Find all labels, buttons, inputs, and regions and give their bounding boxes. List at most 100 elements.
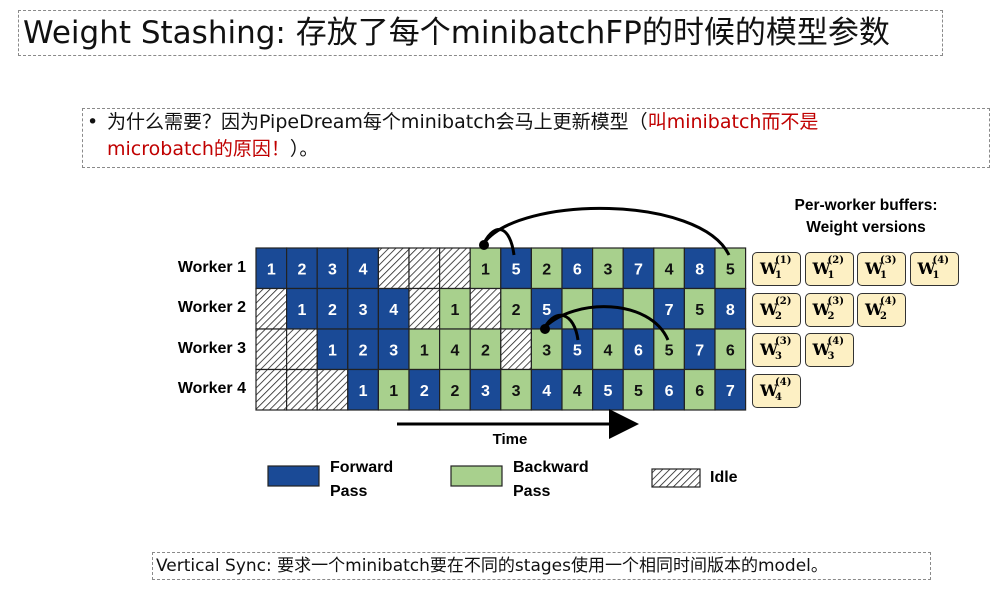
cell-label-w2-t10: 5 [542, 302, 551, 319]
cell-w3-t2-idle [286, 328, 318, 371]
weight-version-w1-1: W (1) 1 [752, 252, 801, 286]
cell-w1-t7-idle [439, 247, 471, 290]
cell-w4-t3-idle [316, 368, 349, 411]
cell-label-w4-t11: 4 [573, 383, 582, 400]
cell-label-w2-t15: 5 [695, 302, 704, 319]
cell-w2-t1-idle [255, 287, 288, 330]
cell-label-w3-t15: 7 [695, 342, 704, 359]
cell-label-w3-t13: 6 [634, 342, 643, 359]
cell-label-w1-t4: 4 [359, 261, 368, 278]
cell-w4-t1-idle [255, 368, 288, 411]
cell-label-w2-t16: 8 [726, 302, 735, 319]
weight-version-w1-2: W (2) 1 [804, 252, 854, 286]
weight-version-superscript: (2) [827, 255, 844, 266]
cell-label-w1-t11: 6 [573, 261, 582, 278]
cell-label-w4-t7: 2 [450, 383, 459, 400]
legend-backward-swatch [450, 465, 503, 487]
cell-label-w2-t9: 2 [512, 302, 521, 319]
weight-version-w4-1: W (4) 4 [752, 373, 801, 408]
weight-worker-subscript: 1 [827, 270, 835, 281]
cell-label-w1-t10: 2 [542, 261, 551, 278]
cell-label-w4-t9: 3 [512, 383, 521, 400]
weight-version-superscript: (4) [932, 255, 949, 266]
cell-label-w4-t15: 6 [695, 383, 704, 400]
weight-version-superscript: (4) [827, 336, 844, 347]
legend-forward-line-2: Pass [330, 483, 368, 500]
cell-label-w3-t11: 5 [573, 342, 582, 359]
arc-worker3-origin [540, 324, 550, 334]
weight-version-w2-2: W (3) 2 [804, 292, 854, 327]
cell-label-w2-t5: 4 [389, 302, 398, 319]
cell-label-w4-t12: 5 [603, 383, 612, 400]
cell-label-w4-t8: 3 [481, 383, 490, 400]
cell-label-w1-t16: 5 [726, 261, 735, 278]
weight-version-superscript: (1) [775, 255, 792, 266]
weight-version-w3-1: W (3) 3 [752, 333, 801, 367]
weight-worker-subscript: 2 [775, 310, 782, 322]
cell-w3-t9-idle [500, 328, 532, 371]
cell-label-w1-t8: 1 [481, 261, 490, 278]
legend-backward-line-1: Backward [513, 459, 589, 476]
cell-label-w1-t3: 3 [328, 261, 337, 278]
cell-label-w3-t4: 2 [359, 342, 368, 359]
cell-label-w3-t7: 4 [450, 342, 459, 359]
cell-label-w4-t16: 7 [726, 383, 735, 400]
cell-label-w3-t14: 5 [665, 342, 674, 359]
cell-w2-t6-idle [408, 287, 441, 330]
legend-idle-swatch [651, 468, 701, 488]
cell-label-w1-t13: 7 [634, 261, 643, 278]
legend-backward-label: Backward Pass [513, 456, 589, 504]
cell-label-w3-t3: 1 [328, 342, 337, 359]
cell-w1-t5-idle [377, 247, 410, 290]
weight-worker-subscript: 4 [775, 391, 782, 403]
cell-label-w3-t6: 1 [420, 342, 429, 359]
cell-label-w4-t6: 2 [420, 383, 429, 400]
cell-label-w1-t12: 3 [603, 261, 612, 278]
cell-w3-t1-idle [255, 328, 288, 371]
cell-w4-t2-idle [286, 368, 318, 411]
cell-w1-t6-idle [408, 247, 441, 290]
cell-label-w2-t4: 3 [359, 302, 368, 319]
weight-version-superscript: (3) [775, 336, 792, 347]
cell-label-w3-t5: 3 [389, 342, 398, 359]
cell-label-w2-t3: 2 [328, 302, 337, 319]
legend-idle-label: Idle [710, 469, 738, 486]
cell-label-w3-t12: 4 [603, 342, 612, 359]
weight-worker-subscript: 3 [827, 351, 835, 362]
weight-version-superscript: (3) [880, 255, 897, 266]
weight-version-w2-3: W (4) 2 [857, 292, 906, 327]
legend-forward-label: Forward Pass [330, 456, 393, 504]
weight-worker-subscript: 1 [932, 270, 940, 281]
cell-label-w3-t8: 2 [481, 342, 490, 359]
cell-label-w1-t15: 8 [695, 261, 704, 278]
legend-forward-line-1: Forward [330, 459, 394, 476]
cell-label-w3-t10: 3 [542, 342, 551, 359]
cell-label-w4-t14: 6 [665, 383, 674, 400]
weight-worker-subscript: 2 [880, 310, 887, 322]
cell-label-w2-t2: 1 [297, 302, 306, 319]
weight-version-w1-3: W (3) 1 [857, 252, 906, 286]
arc-worker1-origin [479, 240, 489, 250]
cell-label-w2-t7: 1 [450, 302, 459, 319]
cell-label-w3-t16: 6 [726, 342, 735, 359]
cell-label-w1-t14: 4 [665, 261, 674, 278]
weight-version-superscript: (4) [775, 376, 792, 388]
weight-version-w1-4: W (4) 1 [909, 252, 959, 286]
cell-label-w1-t1: 1 [267, 261, 276, 278]
weight-worker-subscript: 2 [827, 310, 835, 322]
footer-note: Vertical Sync: 要求一个minibatch要在不同的stages使… [152, 552, 931, 580]
cell-label-w4-t10: 4 [542, 383, 551, 400]
weight-version-superscript: (2) [775, 295, 792, 307]
cell-label-w4-t13: 5 [634, 383, 643, 400]
weight-worker-subscript: 1 [775, 270, 782, 281]
cell-label-w1-t9: 5 [512, 261, 521, 278]
cell-label-w2-t14: 7 [665, 302, 674, 319]
cell-label-w4-t5: 1 [389, 383, 398, 400]
weight-version-w3-2: W (4) 3 [804, 333, 854, 367]
legend-backward-line-2: Pass [513, 483, 551, 500]
time-axis-label: Time [492, 431, 528, 448]
cell-label-w1-t2: 2 [297, 261, 306, 278]
weight-version-w2-1: W (2) 2 [752, 292, 801, 327]
weight-worker-subscript: 1 [880, 270, 887, 281]
legend-forward-swatch [267, 465, 320, 487]
